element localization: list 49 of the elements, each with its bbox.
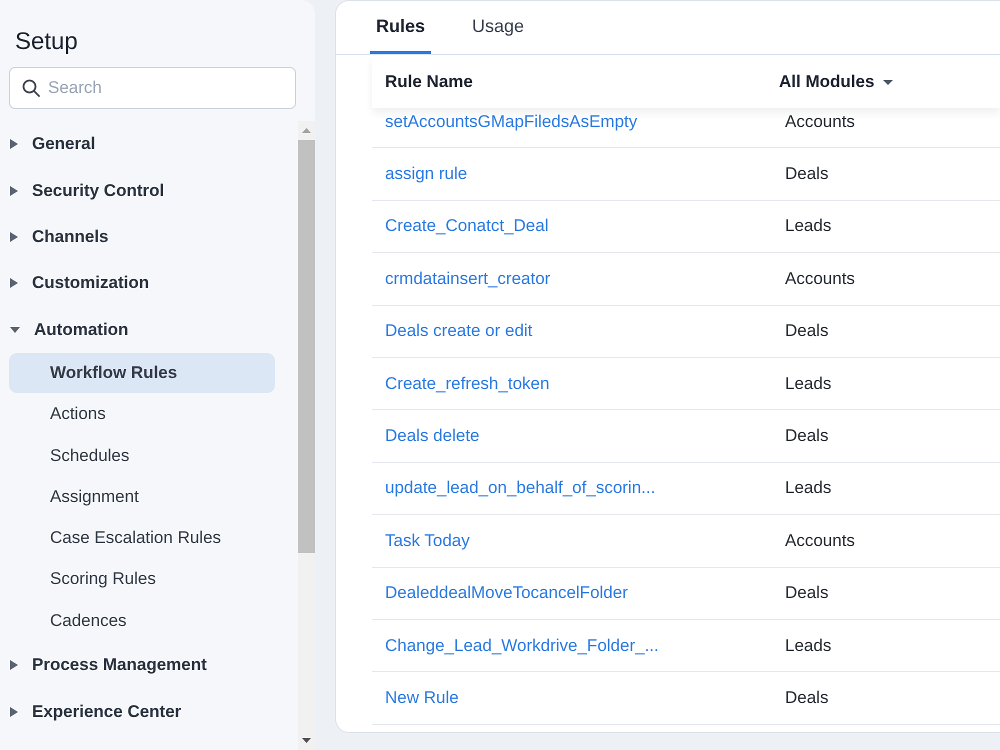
sidebar-title: Setup xyxy=(15,28,78,56)
sidebar-item[interactable]: Cadences xyxy=(9,600,275,641)
scroll-up-icon[interactable] xyxy=(302,128,311,133)
sidebar-section[interactable]: Security Control xyxy=(10,180,164,201)
rule-link[interactable]: DealeddealMoveTocancelFolder xyxy=(385,583,628,604)
sidebar-item[interactable]: Actions xyxy=(9,394,275,434)
sidebar-section[interactable]: Channels xyxy=(10,226,109,247)
rule-link[interactable]: Change_Lead_Workdrive_Folder_... xyxy=(385,636,659,656)
search-field[interactable]: Search xyxy=(9,67,296,109)
scroll-down-icon[interactable] xyxy=(302,738,311,743)
module-filter-dropdown[interactable]: All Modules xyxy=(779,72,894,92)
rule-link[interactable]: Deals create or edit xyxy=(385,321,532,342)
scrollbar[interactable] xyxy=(298,121,315,750)
rule-link[interactable]: Create_refresh_token xyxy=(385,374,550,394)
sidebar-section[interactable]: Automation xyxy=(10,320,128,340)
tab[interactable]: Usage xyxy=(466,1,530,54)
rule-link[interactable]: Deals delete xyxy=(385,426,480,446)
module-cell: Deals xyxy=(785,583,828,604)
caret-down-icon xyxy=(883,80,894,84)
module-cell: Deals xyxy=(785,688,828,708)
rule-link[interactable]: crmdatainsert_creator xyxy=(385,268,550,289)
scrollbar-thumb[interactable] xyxy=(298,140,315,553)
module-cell: Leads xyxy=(785,478,832,498)
sidebar-section[interactable]: Experience Center xyxy=(10,702,182,722)
module-cell: Leads xyxy=(785,636,832,656)
rule-link[interactable]: setAccountsGMapFiledsAsEmpty xyxy=(385,112,638,132)
sidebar-item[interactable]: Assignment xyxy=(9,476,275,517)
module-cell: Leads xyxy=(785,374,832,394)
sidebar-item[interactable]: Scoring Rules xyxy=(9,559,275,600)
module-cell: Accounts xyxy=(785,112,855,132)
module-cell: Accounts xyxy=(785,530,855,551)
column-header: Rule Name xyxy=(385,72,473,92)
sidebar-section[interactable]: General xyxy=(10,134,96,154)
rule-link[interactable]: update_lead_on_behalf_of_scorin... xyxy=(385,478,656,498)
module-cell: Accounts xyxy=(785,268,855,289)
rule-link[interactable]: Task Today xyxy=(385,530,470,551)
rule-link[interactable]: assign rule xyxy=(385,164,468,184)
module-cell: Deals xyxy=(785,426,828,446)
module-cell: Deals xyxy=(785,321,828,342)
rule-link[interactable]: Create_Conatct_Deal xyxy=(385,216,548,236)
module-cell: Deals xyxy=(785,164,828,184)
sidebar-item[interactable]: Workflow Rules xyxy=(9,352,275,393)
sidebar-section[interactable]: Process Management xyxy=(10,655,207,676)
sidebar-item[interactable]: Schedules xyxy=(9,436,275,476)
sidebar-item[interactable]: Case Escalation Rules xyxy=(9,518,275,558)
sidebar-section[interactable]: Customization xyxy=(10,273,150,294)
rule-link[interactable]: New Rule xyxy=(385,688,459,708)
module-cell: Leads xyxy=(785,216,832,236)
search-icon xyxy=(22,79,40,97)
